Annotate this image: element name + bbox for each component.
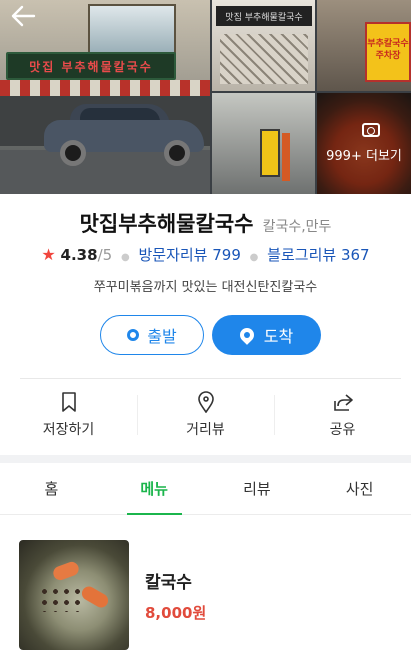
place-stats: ★ 4.38/5 ● 방문자리뷰 799 ● 블로그리뷰 367 [0, 244, 411, 265]
thumbnail-photo-2[interactable]: 부추칼국수 주차장 [317, 0, 411, 91]
destination-pin-icon [236, 325, 257, 345]
origin-ring-icon [127, 329, 140, 341]
more-photos-button[interactable]: 999+ 더보기 [317, 93, 411, 194]
camera-icon [362, 123, 380, 137]
tab-bar: 홈 메뉴 리뷰 사진 [0, 463, 411, 515]
photo-car [44, 104, 204, 166]
menu-item-photo[interactable] [19, 540, 129, 650]
back-arrow-icon[interactable] [10, 4, 38, 28]
place-name: 맛집부추해물칼국수 [79, 212, 254, 236]
visitor-reviews-link[interactable]: 방문자리뷰 799 [138, 246, 240, 264]
separator-dot: ● [249, 252, 259, 263]
menu-list-item[interactable]: 칼국수 8,000원 [0, 530, 411, 658]
tab-menu[interactable]: 메뉴 [103, 463, 206, 515]
separator-dot: ● [120, 252, 130, 263]
street-view-button[interactable]: 거리뷰 [137, 379, 274, 451]
action-bar: 저장하기 거리뷰 공유 [0, 379, 411, 451]
blog-reviews-link[interactable]: 블로그리뷰 367 [267, 246, 369, 264]
main-photo[interactable]: 맛집 부추해물칼국수 [0, 0, 210, 194]
place-header: 맛집부추해물칼국수 칼국수,만두 [0, 208, 411, 238]
street-view-label: 거리뷰 [186, 422, 225, 438]
photo-awning [0, 80, 210, 96]
parking-sign: 부추칼국수 주차장 [365, 22, 411, 82]
location-pin-icon [197, 391, 214, 413]
place-description: 쭈꾸미볶음까지 맛있는 대전신탄진칼국수 [93, 280, 318, 295]
photo-store-sign: 맛집 부추해물칼국수 [6, 52, 176, 80]
place-category: 칼국수,만두 [262, 219, 332, 235]
thumbnail-photo-1[interactable]: 맛집 부추해물칼국수 [212, 0, 315, 91]
bookmark-icon [61, 392, 76, 412]
more-photos-label: 999+ 더보기 [326, 149, 402, 164]
departure-label: 출발 [147, 327, 177, 346]
arrival-button[interactable]: 도착 [212, 315, 321, 355]
save-label: 저장하기 [42, 422, 95, 438]
arrival-label: 도착 [263, 327, 294, 346]
menu-item-name: 칼국수 [145, 573, 192, 593]
photo-wall-painting [88, 4, 176, 54]
share-button[interactable]: 공유 [274, 379, 411, 451]
tab-photos[interactable]: 사진 [308, 463, 411, 514]
rating-value: 4.38 [60, 246, 98, 264]
departure-button[interactable]: 출발 [100, 315, 204, 355]
thumbnail-sign: 맛집 부추해물칼국수 [216, 6, 312, 26]
photo-gallery[interactable]: 맛집 부추해물칼국수 맛집 부추해물칼국수 부추칼국수 주차장 999+ 더보기 [0, 0, 411, 194]
menu-item-price: 8,000원 [145, 604, 207, 622]
tab-home[interactable]: 홈 [0, 463, 103, 514]
share-icon [333, 394, 353, 411]
star-icon: ★ [41, 245, 56, 264]
section-gap [0, 455, 411, 463]
rating-max: /5 [97, 246, 113, 264]
thumbnail-photo-3[interactable] [212, 93, 315, 194]
share-label: 공유 [329, 422, 356, 438]
save-button[interactable]: 저장하기 [0, 379, 137, 451]
tab-reviews[interactable]: 리뷰 [206, 463, 309, 514]
